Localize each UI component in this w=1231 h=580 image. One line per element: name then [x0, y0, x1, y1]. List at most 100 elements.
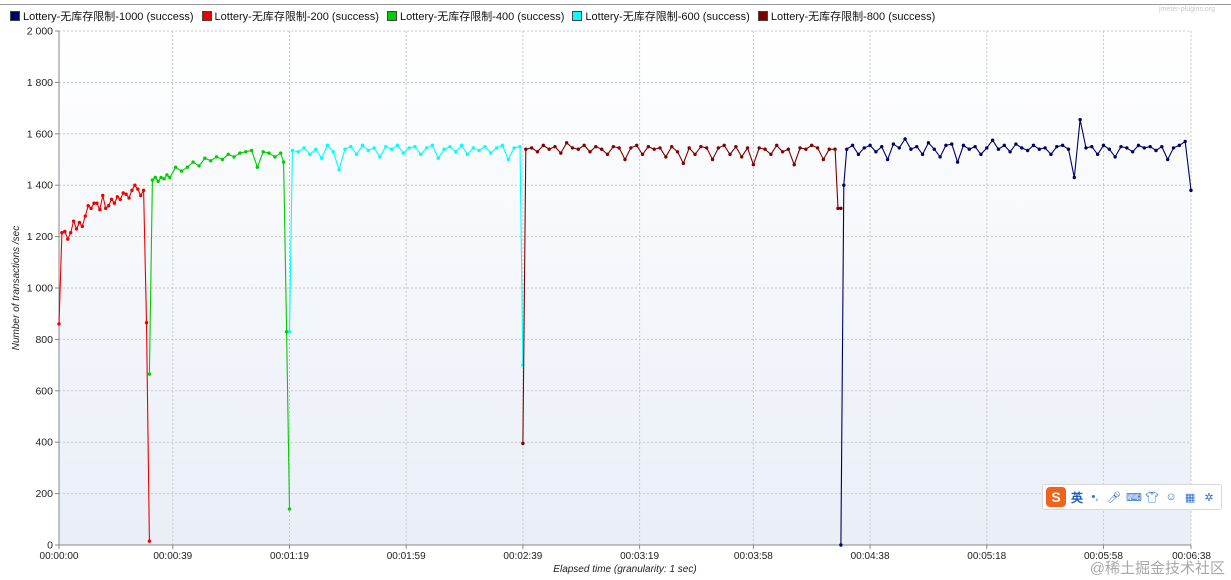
data-point	[203, 156, 207, 160]
data-point	[179, 169, 184, 173]
data-point	[728, 152, 732, 157]
y-tick-label: 400	[35, 437, 53, 449]
data-point	[57, 322, 61, 326]
data-point	[1078, 117, 1082, 122]
y-tick-label: 1 200	[27, 231, 53, 243]
y-tick-label: 1 800	[27, 77, 53, 89]
data-point	[130, 188, 134, 193]
data-point	[92, 201, 96, 205]
data-point	[722, 143, 726, 148]
data-point	[780, 150, 785, 154]
x-tick-label: 00:03:19	[620, 551, 659, 562]
data-point	[296, 150, 300, 154]
data-point	[605, 152, 610, 157]
data-point	[267, 151, 271, 155]
data-point	[944, 143, 948, 148]
data-point	[611, 144, 616, 149]
data-point	[287, 329, 292, 334]
data-point	[996, 147, 1001, 151]
data-point	[424, 146, 429, 150]
data-point	[165, 173, 169, 177]
data-point	[302, 146, 306, 150]
data-point	[716, 146, 721, 150]
data-point	[442, 147, 446, 151]
data-point	[86, 204, 90, 208]
data-point	[197, 164, 201, 168]
data-point	[436, 156, 440, 160]
data-point	[156, 179, 160, 184]
data-point	[640, 152, 645, 157]
data-point	[366, 148, 370, 153]
data-point	[101, 193, 105, 198]
data-point	[168, 175, 172, 180]
data-point	[281, 160, 286, 164]
data-point	[343, 147, 347, 151]
x-tick-label: 00:04:38	[851, 551, 890, 562]
data-point	[1154, 148, 1158, 153]
data-point	[89, 206, 93, 211]
y-axis-label: Number of transactions /sec	[11, 226, 22, 351]
data-point	[740, 155, 744, 159]
data-point	[1055, 144, 1059, 149]
data-point	[308, 152, 312, 157]
grid-icon[interactable]: ▦	[1183, 491, 1197, 504]
data-point	[68, 231, 73, 235]
data-point	[623, 157, 627, 162]
data-point	[769, 152, 773, 157]
data-point	[576, 147, 581, 151]
data-point	[909, 147, 913, 151]
skin-icon[interactable]: 👕︎	[1145, 491, 1159, 504]
data-point	[874, 150, 878, 154]
keyboard-icon[interactable]: ⌨︎	[1126, 491, 1142, 504]
data-point	[273, 155, 277, 159]
data-point	[599, 147, 604, 151]
punctuation-icon[interactable]: •,	[1088, 491, 1102, 503]
data-point	[136, 187, 140, 191]
data-point	[775, 143, 779, 148]
data-point	[979, 152, 983, 157]
data-point	[1014, 142, 1018, 146]
data-point	[95, 201, 99, 205]
data-point	[646, 144, 651, 149]
y-tick-label: 600	[35, 385, 53, 397]
data-point	[349, 144, 353, 149]
data-point	[786, 147, 791, 151]
data-point	[1084, 146, 1088, 150]
data-point	[553, 144, 557, 149]
data-point	[1136, 143, 1141, 148]
data-point	[162, 177, 166, 181]
y-tick-label: 800	[35, 334, 53, 346]
data-point	[220, 157, 225, 162]
microphone-icon[interactable]: 🎤︎	[1107, 491, 1121, 504]
data-point	[529, 146, 534, 150]
data-point	[232, 155, 236, 159]
data-point	[961, 143, 966, 148]
data-point	[821, 157, 826, 162]
data-point	[1072, 175, 1076, 180]
data-point	[74, 227, 79, 231]
data-point	[792, 162, 796, 167]
data-point	[1008, 150, 1012, 154]
data-point	[287, 507, 292, 511]
data-point	[384, 144, 388, 149]
ime-logo-icon[interactable]: S	[1046, 487, 1066, 507]
data-point	[401, 151, 405, 155]
settings-icon[interactable]: ✲	[1202, 491, 1216, 504]
data-point	[1043, 146, 1047, 150]
ime-toolbar[interactable]: S 英 •, 🎤︎ ⌨︎ 👕︎ ☺ ▦ ✲	[1042, 484, 1222, 510]
x-tick-label: 00:01:59	[387, 551, 426, 562]
data-point	[564, 141, 569, 145]
data-point	[926, 141, 931, 145]
data-point	[489, 151, 493, 155]
data-point	[518, 144, 522, 149]
data-point	[121, 191, 125, 195]
data-point	[494, 146, 499, 150]
data-point	[1130, 150, 1135, 154]
y-tick-label: 200	[35, 488, 53, 500]
data-point	[856, 152, 861, 157]
data-point	[360, 143, 365, 148]
ime-language-toggle[interactable]: 英	[1071, 489, 1083, 506]
data-point	[500, 143, 505, 148]
data-point	[985, 146, 989, 150]
emoji-icon[interactable]: ☺	[1164, 491, 1178, 503]
